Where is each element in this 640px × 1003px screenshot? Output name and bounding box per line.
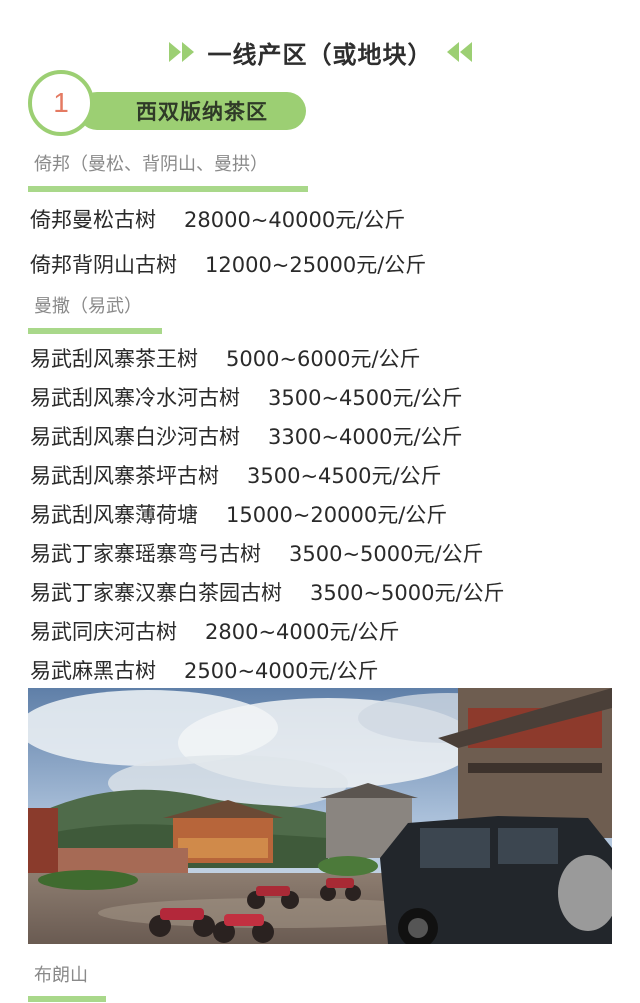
price-item: 易武麻黑古树 2500~4000元/公斤 (30, 655, 379, 685)
section-underline (28, 186, 308, 192)
price-item: 易武刮风寨薄荷塘 15000~20000元/公斤 (30, 499, 447, 529)
double-chevron-left-icon (443, 41, 473, 63)
section-underline (28, 996, 106, 1002)
item-name: 易武刮风寨冷水河古树 (30, 386, 240, 410)
page-title: 一线产区（或地块） (207, 40, 433, 69)
item-price: 3300~4000元/公斤 (268, 425, 463, 449)
item-price: 15000~20000元/公斤 (226, 503, 448, 527)
region-number: 1 (53, 87, 69, 118)
item-name: 易武刮风寨茶坪古树 (30, 464, 219, 488)
price-item: 倚邦曼松古树 28000~40000元/公斤 (30, 204, 405, 234)
price-item: 易武刮风寨茶坪古树 3500~4500元/公斤 (30, 460, 442, 490)
item-name: 易武刮风寨薄荷塘 (30, 503, 198, 527)
region-label: 西双版纳茶区 (136, 100, 268, 124)
price-item: 易武丁家寨瑶寨弯弓古树 3500~5000元/公斤 (30, 538, 484, 568)
item-price: 3500~4500元/公斤 (247, 464, 442, 488)
item-price: 12000~25000元/公斤 (205, 253, 427, 277)
price-item: 易武丁家寨汉寨白茶园古树 3500~5000元/公斤 (30, 577, 505, 607)
item-price: 3500~4500元/公斤 (268, 386, 463, 410)
region-number-circle: 1 (28, 70, 94, 136)
item-name: 倚邦曼松古树 (30, 208, 156, 232)
item-name: 易武麻黑古树 (30, 659, 156, 683)
section-heading-yibang: 倚邦（曼松、背阴山、曼拱） (34, 154, 268, 175)
item-price: 5000~6000元/公斤 (226, 347, 421, 371)
item-price: 2500~4000元/公斤 (184, 659, 379, 683)
village-photo (28, 688, 612, 944)
section-underline (28, 328, 162, 334)
item-name: 易武丁家寨汉寨白茶园古树 (30, 581, 282, 605)
region-pill: 西双版纳茶区 (78, 92, 306, 130)
item-name: 易武同庆河古树 (30, 620, 177, 644)
item-name: 易武刮风寨白沙河古树 (30, 425, 240, 449)
page-title-row: 一线产区（或地块） (0, 32, 640, 72)
section-heading-bulang: 布朗山 (34, 965, 88, 986)
item-name: 易武刮风寨茶王树 (30, 347, 198, 371)
item-name: 易武丁家寨瑶寨弯弓古树 (30, 542, 261, 566)
price-item: 易武刮风寨白沙河古树 3300~4000元/公斤 (30, 421, 463, 451)
item-name: 倚邦背阴山古树 (30, 253, 177, 277)
price-item: 倚邦背阴山古树 12000~25000元/公斤 (30, 249, 426, 279)
item-price: 2800~4000元/公斤 (205, 620, 400, 644)
item-price: 3500~5000元/公斤 (289, 542, 484, 566)
region-badge: 西双版纳茶区 1 (28, 70, 306, 136)
item-price: 28000~40000元/公斤 (184, 208, 406, 232)
item-price: 3500~5000元/公斤 (310, 581, 505, 605)
price-item: 易武刮风寨茶王树 5000~6000元/公斤 (30, 343, 421, 373)
section-heading-mansa: 曼撒（易武） (34, 296, 142, 317)
price-item: 易武同庆河古树 2800~4000元/公斤 (30, 616, 400, 646)
double-chevron-right-icon (168, 41, 198, 63)
price-item: 易武刮风寨冷水河古树 3500~4500元/公斤 (30, 382, 463, 412)
